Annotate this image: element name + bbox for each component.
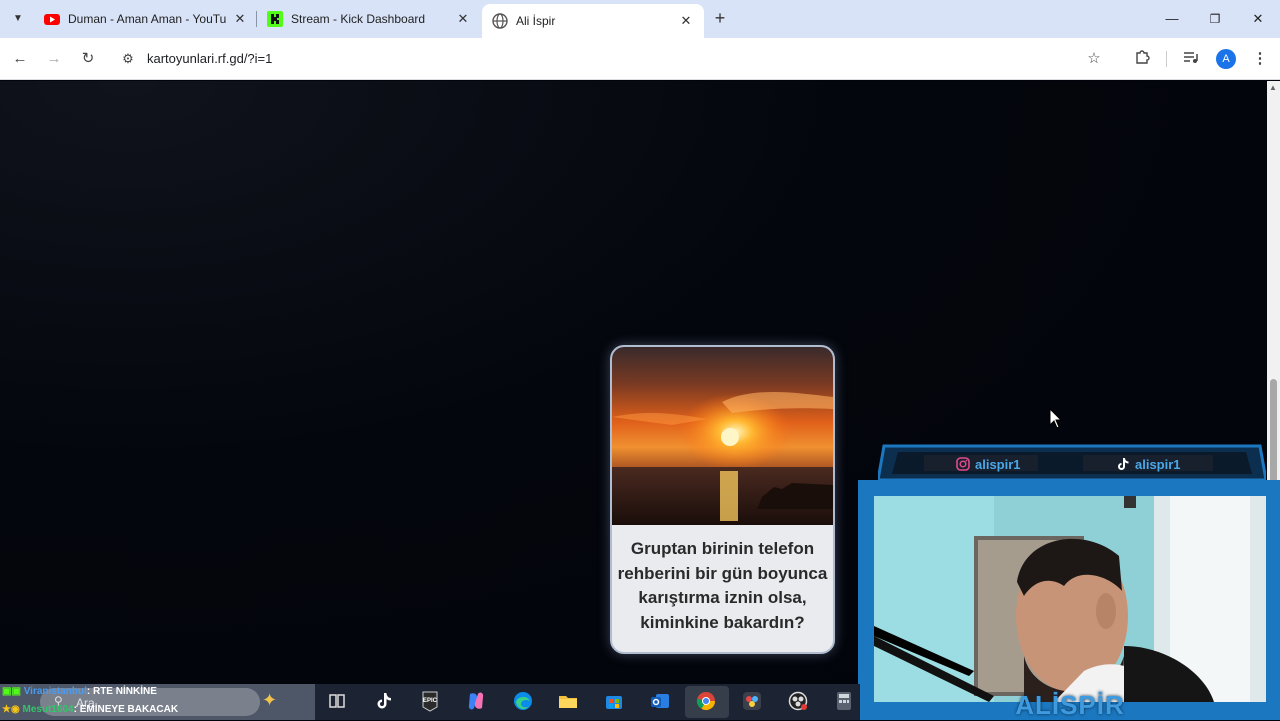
close-tab-icon[interactable]: ✕ (232, 11, 248, 27)
question-card[interactable]: Gruptan birinin telefon rehberini bir gü… (610, 345, 835, 654)
close-window-button[interactable]: ✕ (1248, 9, 1268, 29)
tab-title: Stream - Kick Dashboard (291, 12, 426, 26)
tab-title: Duman - Aman Aman - YouTube (68, 12, 226, 26)
tab-youtube[interactable]: Duman - Aman Aman - YouTube ✕ (44, 6, 248, 32)
chat-overlay: ⚲ Ara ✦ ▣▣ Viranistanbul: RTE NİNKİNE ★◉… (0, 684, 315, 720)
close-tab-icon[interactable]: ✕ (455, 11, 471, 27)
browser-tab-strip: ▼ Duman - Aman Aman - YouTube ✕ Stream -… (0, 0, 1280, 38)
webcam-image (874, 496, 1266, 702)
epic-games-icon[interactable]: EPIC (419, 690, 441, 712)
extensions-icon[interactable] (1132, 49, 1152, 69)
new-tab-button[interactable]: + (710, 8, 730, 28)
more-menu-icon[interactable]: ⋮ (1250, 49, 1270, 69)
tiktok-icon[interactable] (373, 690, 395, 712)
reload-icon[interactable]: ↻ (78, 49, 98, 69)
instagram-handle: alispir1 (956, 455, 1021, 473)
chat-badges: ▣▣ (2, 686, 21, 697)
tab-ali-ispir[interactable]: Ali İspir ✕ (482, 4, 704, 38)
outlook-icon[interactable] (649, 690, 671, 712)
chat-username: Mesut1604 (22, 704, 74, 715)
streamer-name-banner: ALİSPİR (1015, 690, 1125, 720)
svg-text:EPIC: EPIC (423, 698, 438, 704)
sunset-image (612, 347, 833, 525)
edge-icon[interactable] (512, 690, 534, 712)
chat-message: ★◉ Mesut1604: EMİNEYE BAKACAK (2, 704, 178, 715)
webcam-feed (874, 496, 1266, 702)
obs-icon[interactable] (787, 690, 809, 712)
back-arrow-icon[interactable]: ← (10, 49, 30, 69)
tab-search-button[interactable]: ▼ (8, 9, 28, 29)
browser-toolbar: ← → ↻ ⚙ kartoyunlari.rf.gd/?i=1 ☆ A ⋮ (0, 38, 1280, 80)
forward-arrow-icon[interactable]: → (44, 49, 64, 69)
scroll-up-arrow[interactable]: ▲ (1269, 83, 1277, 92)
question-text: Gruptan birinin telefon rehberini bir gü… (617, 539, 828, 632)
youtube-icon (44, 14, 60, 25)
site-info-icon[interactable]: ⚙ (118, 49, 138, 69)
copilot-icon[interactable] (465, 690, 487, 712)
tiktok-icon (1118, 458, 1129, 470)
tab-divider (256, 11, 257, 27)
calculator-icon[interactable] (833, 690, 855, 712)
overlay-social-bar (878, 444, 1266, 482)
tab-kick[interactable]: Stream - Kick Dashboard ✕ (267, 6, 471, 32)
chat-message: ▣▣ Viranistanbul: RTE NİNKİNE (2, 686, 157, 697)
chat-username: Viranistanbul (23, 686, 87, 697)
instagram-username: alispir1 (975, 456, 1021, 472)
davinci-icon[interactable] (741, 690, 763, 712)
sparkle-icon: ✦ (262, 690, 278, 710)
chat-text: : RTE NİNKİNE (86, 686, 157, 697)
tiktok-username: alispir1 (1135, 456, 1181, 472)
restore-button[interactable]: ❐ (1205, 9, 1225, 29)
close-tab-icon[interactable]: ✕ (678, 13, 694, 29)
profile-avatar[interactable]: A (1216, 49, 1236, 69)
tiktok-handle: alispir1 (1116, 455, 1181, 473)
media-control-icon[interactable] (1181, 49, 1201, 69)
mouse-cursor-icon (1049, 408, 1063, 429)
chat-text: : EMİNEYE BAKACAK (73, 704, 179, 715)
globe-icon (492, 13, 508, 29)
task-view-icon[interactable] (326, 690, 348, 712)
tab-title: Ali İspir (516, 14, 556, 28)
toolbar-divider (1166, 51, 1167, 67)
kick-icon (267, 11, 283, 27)
bookmark-star-icon[interactable]: ☆ (1084, 49, 1104, 69)
address-bar[interactable]: kartoyunlari.rf.gd/?i=1 (147, 51, 272, 66)
store-icon[interactable] (603, 690, 625, 712)
instagram-icon (956, 457, 970, 471)
chat-badges: ★◉ (2, 704, 20, 715)
chrome-icon[interactable] (695, 690, 717, 712)
file-explorer-icon[interactable] (557, 690, 579, 712)
minimize-button[interactable]: — (1162, 9, 1182, 29)
